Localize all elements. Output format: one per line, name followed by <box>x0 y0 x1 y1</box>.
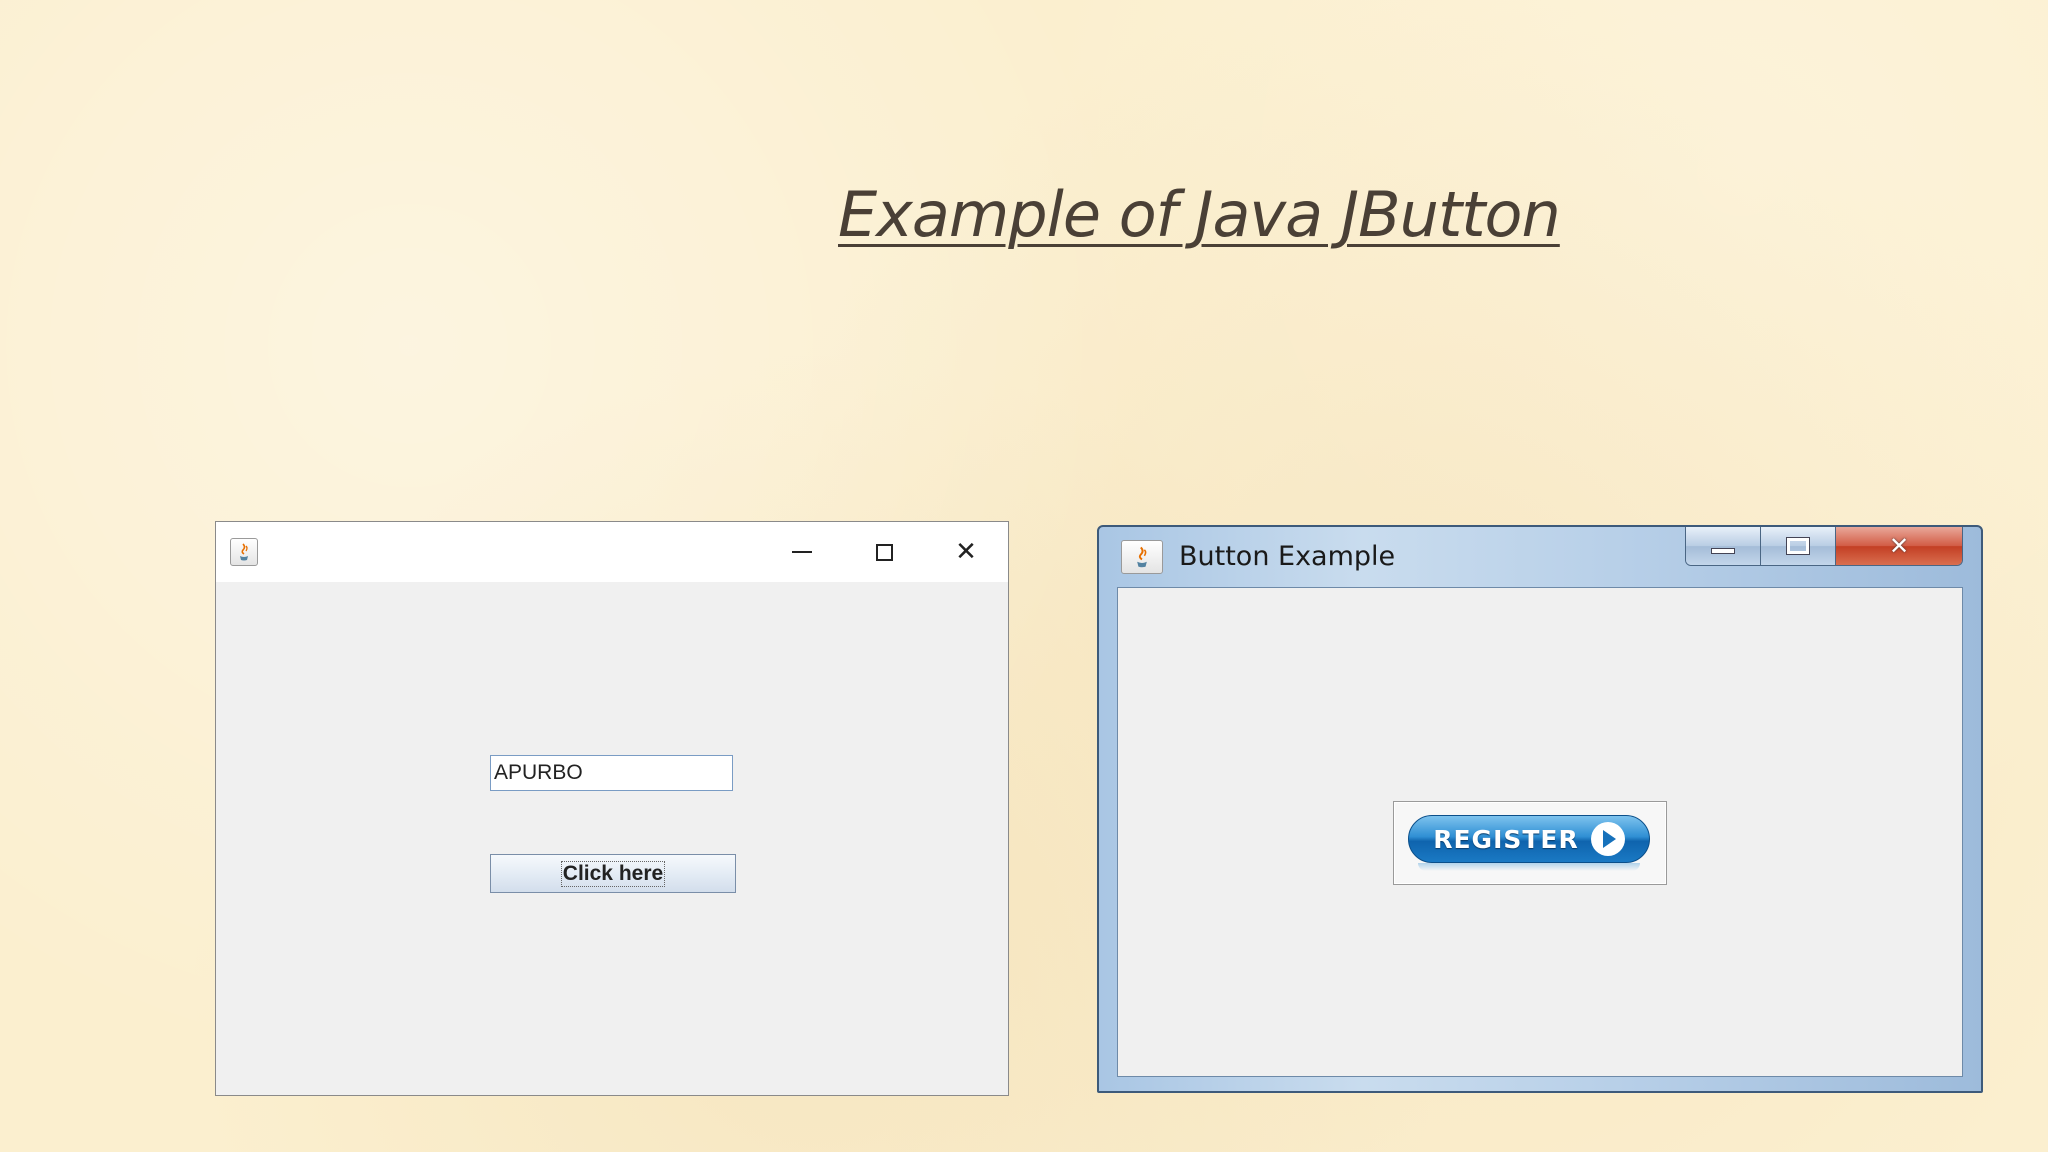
close-icon: ✕ <box>1888 532 1910 560</box>
maximize-icon <box>875 543 893 561</box>
maximize-button[interactable] <box>1761 527 1836 565</box>
maximize-icon <box>1786 537 1810 555</box>
java-cup-icon[interactable] <box>230 538 258 566</box>
window-2-content: REGISTER <box>1117 587 1963 1077</box>
java-window-1: ✕ APURBO Click here <box>215 521 1009 1096</box>
play-arrow-icon <box>1590 822 1625 856</box>
click-here-button-label: Click here <box>560 860 666 887</box>
window-2-title: Button Example <box>1179 541 1396 572</box>
window-1-titlebar[interactable]: ✕ <box>216 522 1008 582</box>
register-image: REGISTER <box>1408 815 1650 863</box>
click-here-button[interactable]: Click here <box>490 854 736 893</box>
register-label: REGISTER <box>1433 824 1579 854</box>
register-button[interactable]: REGISTER <box>1393 801 1667 885</box>
minimize-icon <box>792 551 812 553</box>
minimize-button[interactable] <box>761 522 843 582</box>
name-text-field[interactable]: APURBO <box>490 755 733 791</box>
close-button[interactable]: ✕ <box>925 522 1007 582</box>
window-2-controls: ✕ <box>1685 527 1963 566</box>
minimize-button[interactable] <box>1686 527 1761 565</box>
window-2-titlebar[interactable]: Button Example ✕ <box>1099 527 1981 587</box>
close-button[interactable]: ✕ <box>1836 527 1962 565</box>
java-cup-icon[interactable] <box>1121 540 1163 574</box>
close-icon: ✕ <box>955 537 977 567</box>
java-window-2: Button Example ✕ REGISTER <box>1097 525 1983 1093</box>
minimize-icon <box>1711 548 1735 554</box>
button-reflection <box>1418 863 1640 871</box>
maximize-button[interactable] <box>843 522 925 582</box>
slide-title: Example of Java JButton <box>838 178 1561 251</box>
